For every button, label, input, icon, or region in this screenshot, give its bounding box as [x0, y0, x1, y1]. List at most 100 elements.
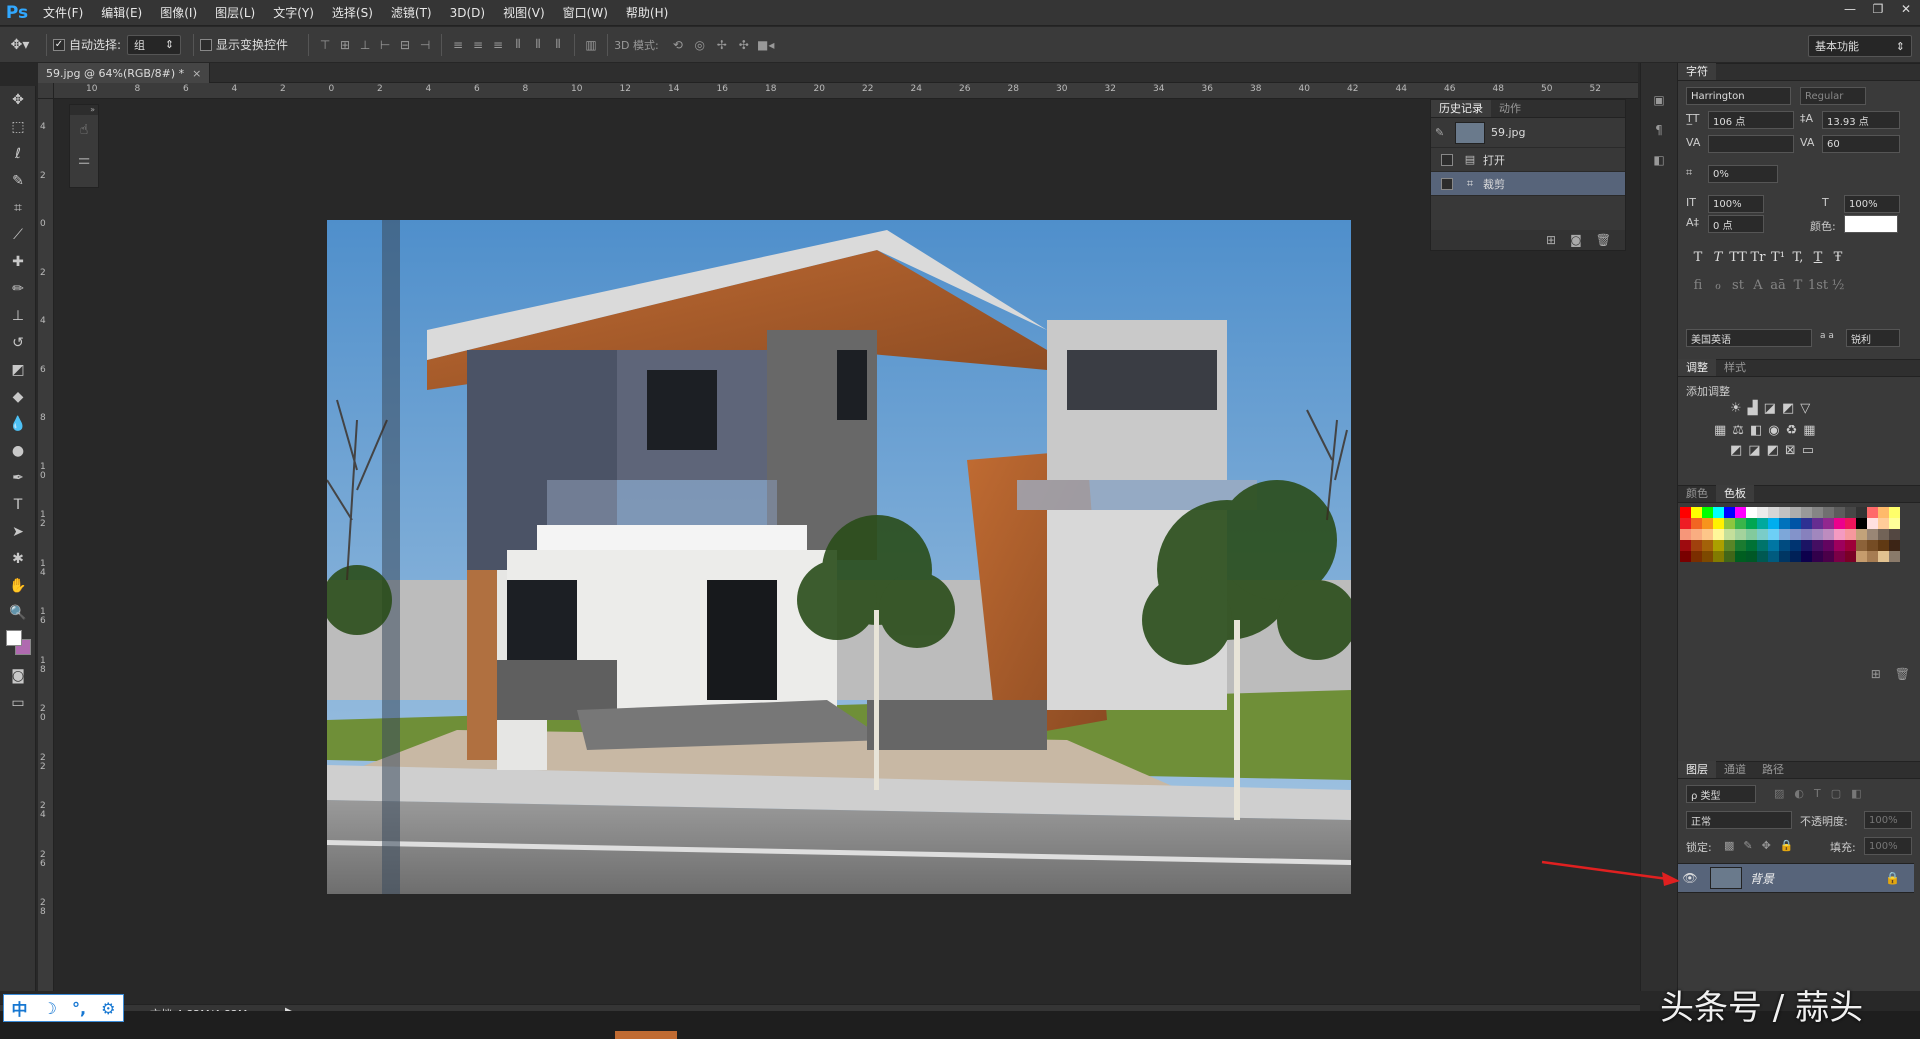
ruler-origin[interactable] [38, 83, 54, 99]
tab-history[interactable]: 历史记录 [1431, 100, 1491, 117]
discretionary-lig-button[interactable]: st [1728, 275, 1748, 295]
tab-styles[interactable]: 样式 [1716, 359, 1754, 376]
3d-slide-icon[interactable]: ✣ [733, 38, 755, 52]
3d-roll-icon[interactable]: ◎ [689, 38, 711, 52]
history-brush-checkbox[interactable] [1441, 153, 1453, 166]
distribute-hcenter-icon[interactable]: ⦀ [528, 37, 548, 52]
swatch[interactable] [1757, 551, 1768, 562]
hand-tool-icon[interactable]: ✋ [0, 572, 36, 599]
menu-select[interactable]: 选择(S) [323, 0, 382, 26]
swatch[interactable] [1757, 518, 1768, 529]
auto-align-icon[interactable]: ▥ [581, 38, 601, 52]
black-white-icon[interactable]: ◧ [1750, 423, 1762, 438]
tab-paths[interactable]: 路径 [1754, 761, 1792, 778]
swatch[interactable] [1757, 529, 1768, 540]
swatch[interactable] [1889, 540, 1900, 551]
swatch[interactable] [1845, 529, 1856, 540]
align-bottom-icon[interactable]: ⊥ [355, 38, 375, 52]
history-snapshot[interactable]: ✎ 59.jpg [1431, 118, 1625, 148]
old-style-button[interactable]: ℴ [1708, 275, 1728, 295]
quick-select-tool-icon[interactable]: ✎ [0, 167, 36, 194]
swatch[interactable] [1713, 540, 1724, 551]
tab-actions[interactable]: 动作 [1491, 100, 1529, 117]
swatch[interactable] [1713, 529, 1724, 540]
swatch[interactable] [1713, 551, 1724, 562]
swatch[interactable] [1680, 518, 1691, 529]
pen-tool-icon[interactable]: ✒ [0, 464, 36, 491]
filter-adjust-icon[interactable]: ◐ [1794, 787, 1804, 800]
brush-tool-icon[interactable]: ✏ [0, 275, 36, 302]
swatch[interactable] [1867, 540, 1878, 551]
swatch[interactable] [1790, 529, 1801, 540]
swatch[interactable] [1823, 540, 1834, 551]
swatch[interactable] [1680, 507, 1691, 518]
distribute-right-icon[interactable]: ⦀ [548, 37, 568, 52]
swatch[interactable] [1746, 518, 1757, 529]
moon-icon[interactable]: ☽ [43, 999, 57, 1018]
small-caps-button[interactable]: Tr [1748, 247, 1768, 267]
swatch[interactable] [1702, 540, 1713, 551]
swatch[interactable] [1856, 540, 1867, 551]
menu-image[interactable]: 图像(I) [151, 0, 206, 26]
swatch[interactable] [1867, 551, 1878, 562]
history-item-crop[interactable]: ⌗ 裁剪 [1431, 172, 1625, 196]
strikethrough-button[interactable]: Ŧ [1828, 247, 1848, 267]
swatch[interactable] [1702, 507, 1713, 518]
swatch[interactable] [1757, 507, 1768, 518]
titling-button[interactable]: T [1788, 275, 1808, 295]
workspace-dropdown[interactable]: 基本功能 ⇕ [1808, 35, 1912, 57]
ime-chinese-mode[interactable]: 中 [12, 996, 28, 1020]
swatch[interactable] [1724, 529, 1735, 540]
tab-channels[interactable]: 通道 [1716, 761, 1754, 778]
swatch[interactable] [1680, 540, 1691, 551]
screen-mode-icon[interactable]: ▭ [0, 689, 36, 716]
swatch[interactable] [1768, 518, 1779, 529]
hand-brush-icon[interactable]: ☝ [70, 115, 98, 145]
type-tool-icon[interactable]: T [0, 491, 36, 518]
house-photo[interactable] [327, 220, 1351, 894]
collapse-icon[interactable]: » [70, 105, 98, 115]
layer-filter-dropdown[interactable]: ρ 类型 [1686, 785, 1756, 803]
tab-character[interactable]: 字符 [1678, 63, 1716, 80]
swatch[interactable] [1878, 507, 1889, 518]
quick-mask-icon[interactable]: ◙ [0, 662, 36, 689]
align-top-icon[interactable]: ⊤ [315, 38, 335, 52]
swatch[interactable] [1779, 529, 1790, 540]
swatch[interactable] [1834, 507, 1845, 518]
swatch[interactable] [1889, 518, 1900, 529]
show-transform-checkbox[interactable] [200, 38, 213, 51]
swatch[interactable] [1812, 518, 1823, 529]
swatch[interactable] [1878, 540, 1889, 551]
swatch[interactable] [1790, 551, 1801, 562]
swatch[interactable] [1801, 507, 1812, 518]
swatch[interactable] [1856, 518, 1867, 529]
align-hcenter-icon[interactable]: ⊟ [395, 38, 415, 52]
move-tool-icon[interactable]: ✥ [0, 86, 36, 113]
tab-adjustments[interactable]: 调整 [1678, 359, 1716, 376]
new-document-icon[interactable]: ⊞ [1546, 233, 1556, 247]
minimize-button[interactable]: — [1836, 0, 1864, 18]
swatch[interactable] [1823, 551, 1834, 562]
swatch[interactable] [1746, 540, 1757, 551]
crop-tool-icon[interactable]: ⌗ [0, 194, 36, 221]
taskbar-active-item[interactable] [615, 1031, 677, 1039]
layer-comps-icon[interactable]: ◧ [1641, 145, 1677, 175]
swatch[interactable] [1845, 507, 1856, 518]
new-swatch-icon[interactable]: ⊞ [1871, 667, 1881, 681]
swatch[interactable] [1746, 551, 1757, 562]
3d-rotate-icon[interactable]: ⟲ [667, 38, 689, 52]
swatch[interactable] [1834, 551, 1845, 562]
font-style-dropdown[interactable]: Regular [1800, 87, 1866, 105]
swatch[interactable] [1801, 540, 1812, 551]
horizontal-scale-field[interactable]: 100% [1844, 195, 1900, 213]
filter-type-icon[interactable]: T [1814, 787, 1821, 800]
auto-select-checkbox[interactable]: ✓ [53, 38, 65, 51]
font-family-dropdown[interactable]: Harrington [1686, 87, 1791, 105]
brightness-icon[interactable]: ☀ [1730, 401, 1742, 416]
layer-name[interactable]: 背景 [1750, 870, 1885, 887]
vertical-scale-field[interactable]: 100% [1708, 195, 1764, 213]
kerning-field[interactable] [1708, 135, 1794, 153]
swatch[interactable] [1779, 507, 1790, 518]
lock-pixels-icon[interactable]: ✎ [1743, 839, 1752, 852]
swatch[interactable] [1768, 551, 1779, 562]
